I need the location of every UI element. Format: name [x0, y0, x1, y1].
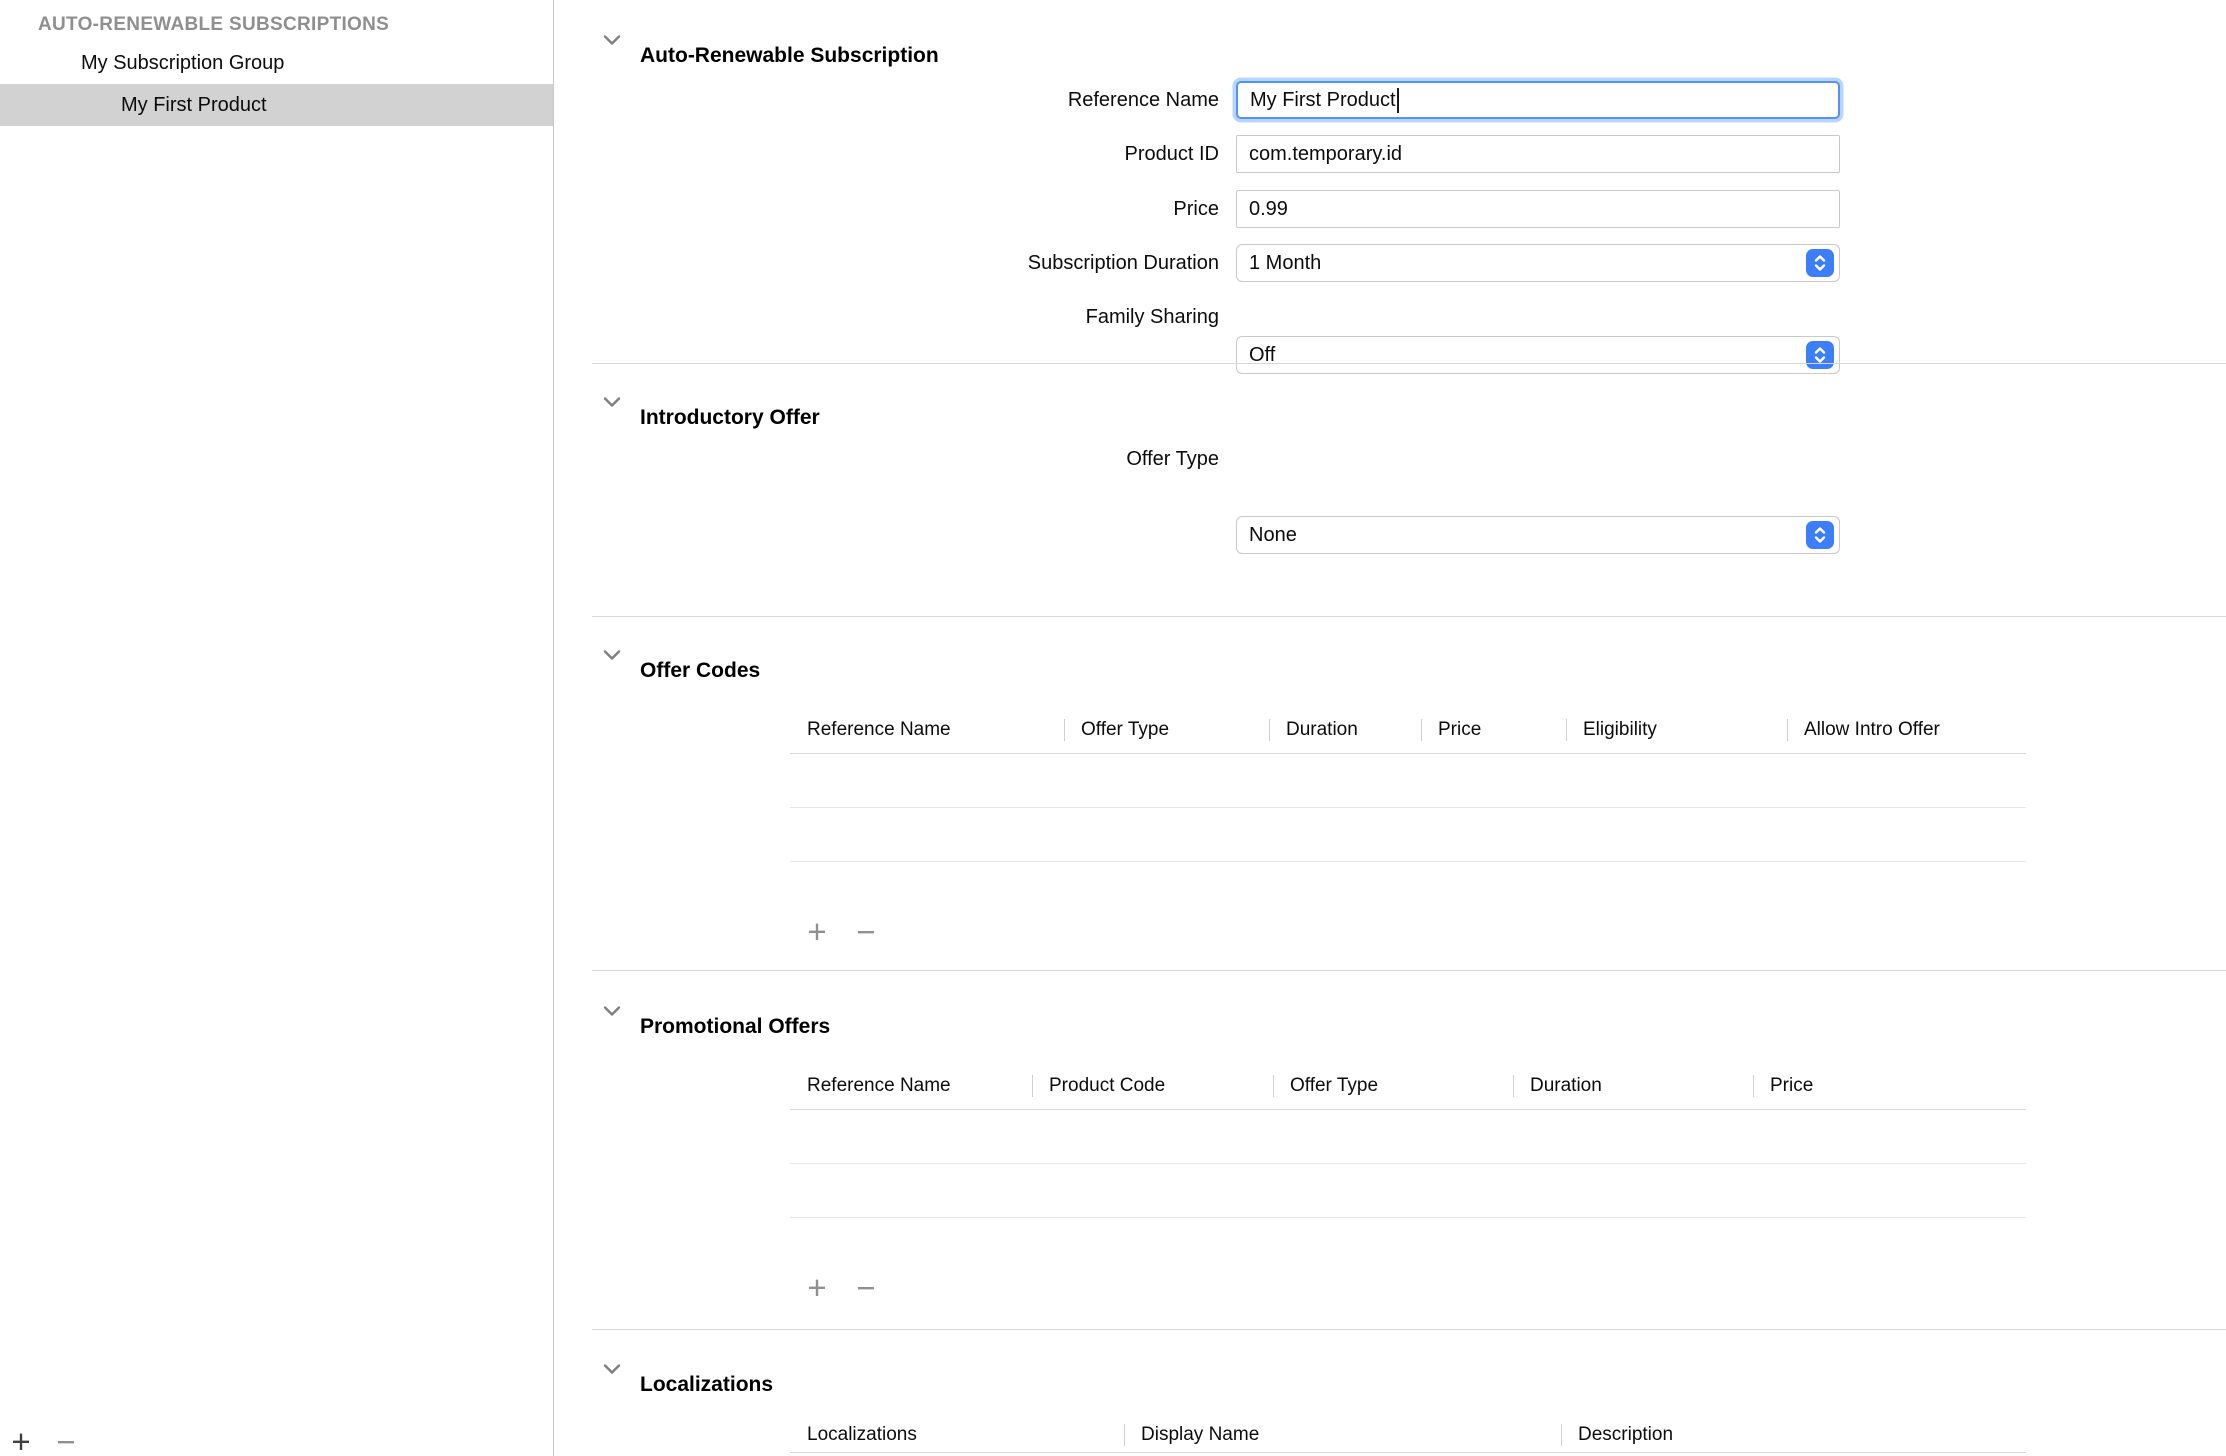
sidebar-group-header: AUTO-RENEWABLE SUBSCRIPTIONS [38, 14, 389, 36]
subscription-duration-value: 1 Month [1249, 252, 1321, 275]
empty-table-row [790, 808, 2026, 862]
add-offer-code-button[interactable]: + [797, 912, 837, 952]
offer-codes-actions: + − [797, 912, 886, 952]
popup-up-down-chevrons-icon [1806, 249, 1834, 277]
column-header-price[interactable]: Price [1753, 1075, 2026, 1097]
sidebar-item-label: My First Product [121, 94, 267, 116]
empty-table-row [790, 1110, 2026, 1164]
subscription-duration-label: Subscription Duration [700, 244, 1219, 282]
column-header-price[interactable]: Price [1421, 719, 1566, 741]
promotional-offers-disclosure-chevron-icon[interactable] [602, 1004, 622, 1018]
column-header-description[interactable]: Description [1561, 1424, 2026, 1446]
popup-up-down-chevrons-icon [1806, 521, 1834, 549]
empty-table-row [790, 754, 2026, 808]
localizations-header-row: Localizations Display Name Description [790, 1418, 2026, 1453]
reference-name-input[interactable]: My First Product [1236, 81, 1840, 119]
offer-type-popup[interactable]: None [1236, 516, 1840, 554]
add-promotional-offer-button[interactable]: + [797, 1268, 837, 1308]
remove-promotional-offer-button[interactable]: − [846, 1268, 886, 1308]
column-header-display-name[interactable]: Display Name [1124, 1424, 1561, 1446]
column-header-duration[interactable]: Duration [1513, 1075, 1753, 1097]
product-id-label: Product ID [700, 135, 1219, 173]
text-cursor [1397, 88, 1399, 113]
price-input[interactable]: 0.99 [1236, 190, 1840, 228]
sidebar-remove-button[interactable]: − [49, 1422, 83, 1456]
sidebar-item-label: My Subscription Group [81, 52, 284, 74]
section-title-introductory-offer: Introductory Offer [640, 404, 820, 432]
storekit-configuration-window: AUTO-RENEWABLE SUBSCRIPTIONS My Subscrip… [0, 0, 2226, 1456]
column-header-localizations[interactable]: Localizations [790, 1424, 1124, 1446]
subscription-duration-popup[interactable]: 1 Month [1236, 244, 1840, 282]
section-title-promotional-offers: Promotional Offers [640, 1013, 830, 1041]
column-header-allow-intro-offer[interactable]: Allow Intro Offer [1787, 719, 2026, 741]
section-divider [592, 363, 2226, 364]
column-header-reference-name[interactable]: Reference Name [790, 1075, 1032, 1097]
localizations-table: Localizations Display Name Description [790, 1418, 2026, 1453]
price-value: 0.99 [1249, 198, 1288, 221]
localizations-disclosure-chevron-icon[interactable] [602, 1362, 622, 1376]
sidebar-item-subscription-group[interactable]: My Subscription Group [0, 43, 553, 83]
family-sharing-label: Family Sharing [700, 298, 1219, 336]
section-title-offer-codes: Offer Codes [640, 657, 760, 685]
promotional-offers-table: Reference Name Product Code Offer Type D… [790, 1062, 2026, 1218]
reference-name-label: Reference Name [700, 81, 1219, 119]
price-label: Price [700, 190, 1219, 228]
sidebar-item-my-first-product[interactable]: My First Product [0, 84, 553, 126]
column-header-offer-type[interactable]: Offer Type [1064, 719, 1269, 741]
offer-type-value: None [1249, 524, 1297, 547]
column-header-reference-name[interactable]: Reference Name [790, 719, 1064, 741]
column-header-product-code[interactable]: Product Code [1032, 1075, 1273, 1097]
offer-codes-disclosure-chevron-icon[interactable] [602, 648, 622, 662]
offer-codes-header-row: Reference Name Offer Type Duration Price… [790, 706, 2026, 754]
sidebar-divider [553, 0, 554, 1456]
section-divider [592, 970, 2226, 971]
product-id-input[interactable]: com.temporary.id [1236, 135, 1840, 173]
offer-type-label: Offer Type [700, 440, 1219, 478]
column-header-offer-type[interactable]: Offer Type [1273, 1075, 1513, 1097]
section-title-localizations: Localizations [640, 1371, 773, 1399]
product-id-value: com.temporary.id [1249, 143, 1402, 166]
family-sharing-popup[interactable]: Off [1236, 336, 1840, 374]
offer-codes-table: Reference Name Offer Type Duration Price… [790, 706, 2026, 862]
popup-up-down-chevrons-icon [1806, 341, 1834, 369]
empty-table-row [790, 1164, 2026, 1218]
remove-offer-code-button[interactable]: − [846, 912, 886, 952]
auto-renewable-subscription-disclosure-chevron-icon[interactable] [602, 33, 622, 47]
sidebar: AUTO-RENEWABLE SUBSCRIPTIONS My Subscrip… [0, 0, 553, 1456]
introductory-offer-disclosure-chevron-icon[interactable] [602, 395, 622, 409]
section-divider [592, 616, 2226, 617]
column-header-eligibility[interactable]: Eligibility [1566, 719, 1787, 741]
reference-name-value: My First Product [1250, 89, 1396, 112]
section-title-auto-renewable-subscription: Auto-Renewable Subscription [640, 42, 939, 70]
column-header-duration[interactable]: Duration [1269, 719, 1421, 741]
sidebar-add-button[interactable]: + [4, 1422, 38, 1456]
section-divider [592, 1329, 2226, 1330]
promotional-offers-header-row: Reference Name Product Code Offer Type D… [790, 1062, 2026, 1110]
promotional-offers-actions: + − [797, 1268, 886, 1308]
